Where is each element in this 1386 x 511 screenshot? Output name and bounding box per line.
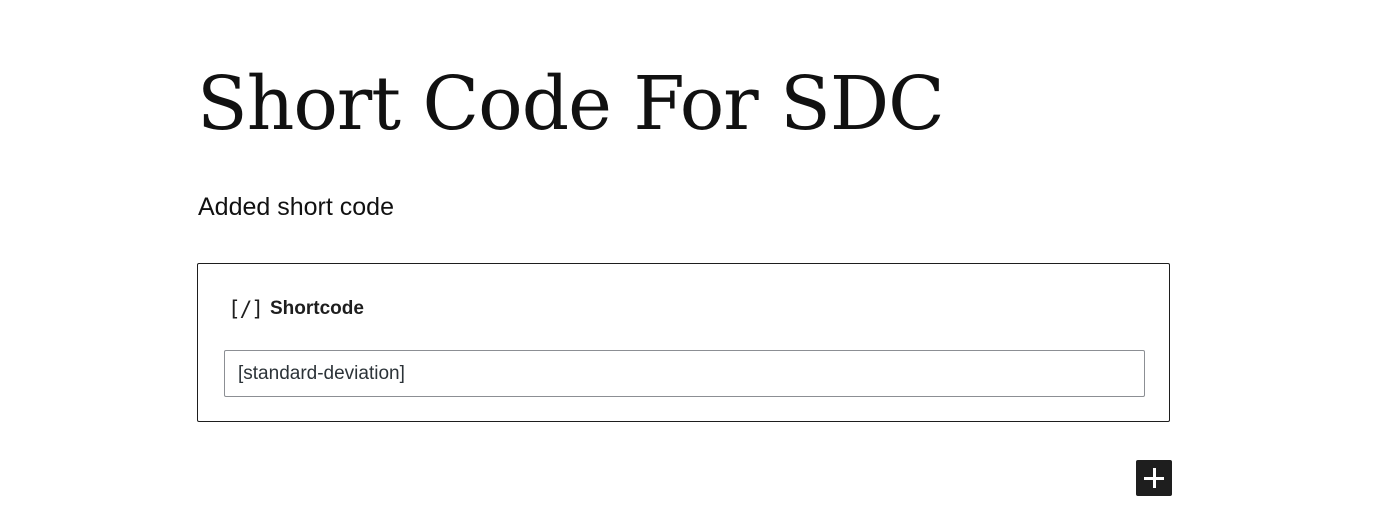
paragraph-block[interactable]: Added short code [198,190,394,224]
shortcode-block[interactable]: [/] Shortcode [197,263,1170,422]
editor-canvas: Short Code For SDC Added short code [/] … [0,0,1386,511]
add-block-button[interactable] [1136,460,1172,496]
plus-icon [1144,468,1164,488]
post-title[interactable]: Short Code For SDC [197,56,945,152]
shortcode-icon: [/] [228,297,264,321]
block-label: [/] Shortcode [228,294,364,324]
shortcode-input[interactable] [224,350,1145,397]
block-label-text: Shortcode [270,298,364,319]
